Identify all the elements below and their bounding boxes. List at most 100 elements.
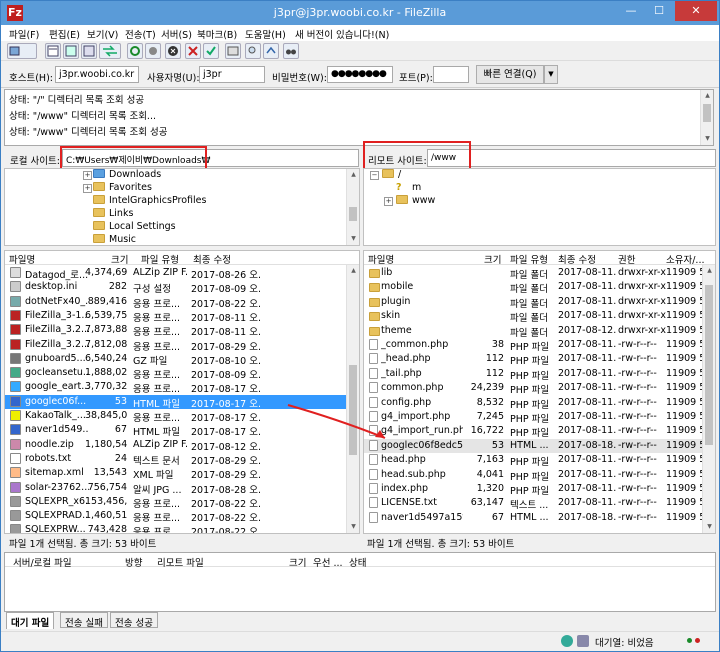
user-input[interactable]: j3pr [199, 66, 265, 83]
maximize-button[interactable]: ☐ [645, 1, 673, 21]
tab-queued-files[interactable]: 대기 파일 [6, 612, 55, 629]
local-file-row[interactable]: naver1d549... 67 HTML 파일 2017-08-17 오... [5, 423, 359, 438]
col-local-file[interactable]: 서버/로컬 파일 [13, 555, 72, 569]
cancel-button[interactable] [165, 43, 181, 59]
col-size[interactable]: 크기 [111, 252, 128, 266]
menu-help[interactable]: 도움말(H) [245, 27, 286, 41]
col-filename[interactable]: 파일명 [9, 252, 35, 266]
remote-file-row[interactable]: config.php 8,532 PHP 파일 2017-08-11... -rw-r-… [364, 396, 715, 411]
tree-item[interactable]: Downloads [93, 169, 161, 182]
filter-button[interactable] [225, 43, 241, 59]
local-file-row[interactable]: SQLEXPRAD...1,460,51... 응용 프로... 2017-08-2… [5, 509, 359, 524]
tree-item[interactable]: ? m [396, 182, 421, 195]
local-file-row[interactable]: gnuboard5...6,540,246 GZ 파일 2017-08-10 오..… [5, 352, 359, 367]
remote-file-row[interactable]: plugin 파일 폴더 2017-08-11... drwxr-xr-x 11909 … [364, 295, 715, 310]
menu-view[interactable]: 보기(V) [87, 27, 118, 41]
col-priority[interactable]: 우선 ... [313, 555, 343, 569]
remote-file-row[interactable]: skin 파일 폴더 2017-08-11...drwxr-xr-x11909 5.… [364, 309, 715, 324]
remote-file-row[interactable]: lib 파일 폴더 2017-08-11...drwxr-xr-x11909 5..… [364, 266, 715, 281]
col-type[interactable]: 파일 유형 [510, 252, 548, 266]
local-file-row[interactable]: solar-23762... 756,754 알씨 JPG ... 2017-08-2… [5, 481, 359, 496]
site-manager-button[interactable] [7, 43, 37, 59]
minimize-button[interactable]: — [617, 1, 645, 21]
tree-item[interactable]: IntelGraphicsProfiles [93, 195, 206, 208]
remote-file-row[interactable]: g4_import.php 7,245 PHP 파일 2017-08-11... -rw… [364, 410, 715, 425]
tree-item[interactable]: Music [93, 234, 136, 247]
tab-failed-transfers[interactable]: 전송 실패 [60, 612, 108, 629]
remote-file-row[interactable]: _head.php 112 PHP 파일 2017-08-11... -rw-r--r-… [364, 352, 715, 367]
local-file-row[interactable]: SQLEXPR_x6...153,456,... 응용 프로... 2017-08-… [5, 495, 359, 510]
toggle-queue-button[interactable] [99, 43, 121, 59]
port-input[interactable] [433, 66, 469, 83]
compare-button[interactable] [245, 43, 261, 59]
local-file-row[interactable]: robots.txt 24 텍스트 문서 2017-08-29 오... [5, 452, 359, 467]
local-file-row[interactable]: SQLEXPRW... 743,428 응용 프로... 2017-08-22 오..… [5, 523, 359, 533]
log-scrollbar[interactable]: ▲ ▼ [700, 90, 713, 145]
local-file-row[interactable]: gocleansetu...1,888,024 응용 프로... 2017-08-0… [5, 366, 359, 381]
reconnect-button[interactable] [203, 43, 219, 59]
local-file-row[interactable]: KakaoTalk_...38,845,0... 응용 프로... 2017-08-… [5, 409, 359, 424]
remote-file-row[interactable]: naver1d5497a15f6... 67 HTML ... 2017-08-18.… [364, 511, 715, 525]
tree-item[interactable]: Links [93, 208, 133, 221]
col-size[interactable]: 크기 [289, 555, 306, 569]
host-input[interactable]: j3pr.woobi.co.kr [55, 66, 139, 83]
process-queue-button[interactable] [145, 43, 161, 59]
expand-icon[interactable]: + [83, 171, 92, 180]
toggle-remote-tree-button[interactable] [81, 43, 97, 59]
local-file-row[interactable]: FileZilla_3.2...7,873,888 응용 프로... 2017-08… [5, 323, 359, 338]
local-tree-scrollbar[interactable]: ▲ ▼ [346, 169, 359, 245]
col-filename[interactable]: 파일명 [368, 252, 394, 266]
disconnect-button[interactable] [185, 43, 201, 59]
tab-successful-transfers[interactable]: 전송 성공 [110, 612, 158, 629]
quickconnect-button[interactable]: 빠른 연결(Q) [476, 65, 544, 84]
local-file-row[interactable]: noodle.zip 1,180,541 ALZip ZIP F...2017-08… [5, 438, 359, 453]
remote-file-row[interactable]: _tail.php 112 PHP 파일 2017-08-11... -rw-r--r-… [364, 367, 715, 382]
remote-file-row[interactable]: LICENSE.txt 63,147 텍스트 ... 2017-08-11... -rw… [364, 496, 715, 511]
col-modified[interactable]: 최종 수정 [558, 252, 596, 266]
menu-edit[interactable]: 편집(E) [49, 27, 80, 41]
local-file-row[interactable]: dotNetFx40_... 889,416 응용 프로... 2017-08-22 … [5, 295, 359, 310]
collapse-icon[interactable]: − [370, 171, 379, 180]
local-file-row[interactable]: googlec06f... 53 HTML 파일 2017-08-17 오... [5, 394, 359, 410]
local-file-row[interactable]: Datagod_로...4,374,698 ALZip ZIP F...2017-… [5, 266, 359, 281]
quickconnect-dropdown[interactable]: ▼ [544, 65, 558, 84]
remote-file-row[interactable]: googlec06f8edc5c... 53 HTML ... 2017-08-18.… [364, 438, 715, 454]
local-file-row[interactable]: desktop.ini 282 구성 설정 2017-08-09 오... [5, 280, 359, 295]
expand-icon[interactable]: + [384, 197, 393, 206]
tree-item[interactable]: Favorites [93, 182, 152, 195]
local-list-scrollbar[interactable]: ▲ ▼ [346, 265, 359, 533]
remote-file-row[interactable]: common.php 24,239 PHP 파일 2017-08-11... -rw-r… [364, 381, 715, 396]
password-input[interactable]: ●●●●●●●● [327, 66, 393, 83]
remote-file-row[interactable]: head.php 7,163 PHP 파일 2017-08-11... -rw-r--r… [364, 453, 715, 468]
close-button[interactable]: ✕ [675, 1, 717, 21]
remote-list-scrollbar[interactable]: ▲ ▼ [702, 265, 715, 533]
menu-transfer[interactable]: 전송(T) [125, 27, 156, 41]
remote-file-row[interactable]: head.sub.php 4,041 PHP 파일 2017-08-11... -rw-… [364, 468, 715, 483]
toggle-log-button[interactable] [45, 43, 61, 59]
remote-file-row[interactable]: index.php 1,320 PHP 파일 2017-08-11... -rw-r--… [364, 482, 715, 497]
menu-bookmarks[interactable]: 북마크(B) [197, 27, 237, 41]
sync-browse-button[interactable] [263, 43, 279, 59]
col-type[interactable]: 파일 유형 [141, 252, 179, 266]
menu-file[interactable]: 파일(F) [9, 27, 39, 41]
remote-file-row[interactable]: mobile 파일 폴더 2017-08-11... drwxr-xr-x 11909 … [364, 280, 715, 295]
col-remote-file[interactable]: 리모트 파일 [157, 555, 204, 569]
tree-item[interactable]: Local Settings [93, 221, 176, 234]
menu-server[interactable]: 서버(S) [161, 27, 192, 41]
remote-file-row[interactable]: g4_import_run.php 16,722 PHP 파일 2017-08-11.… [364, 424, 715, 439]
col-status[interactable]: 상태 [349, 555, 366, 569]
toggle-local-tree-button[interactable] [63, 43, 79, 59]
tree-item[interactable]: www [396, 195, 435, 208]
col-modified[interactable]: 최종 수정 [193, 252, 231, 266]
refresh-button[interactable] [127, 43, 143, 59]
local-file-row[interactable]: google_eart...3,770,324 응용 프로... 2017-08-1… [5, 380, 359, 395]
search-button[interactable] [283, 43, 299, 59]
col-owner[interactable]: 소유자/... [666, 252, 704, 266]
local-file-row[interactable]: FileZilla_3.2...7,812,088 응용 프로... 2017-08… [5, 338, 359, 353]
remote-file-row[interactable]: _common.php 38 PHP 파일 2017-08-11... -rw-r--r… [364, 338, 715, 353]
col-direction[interactable]: 방향 [125, 555, 142, 569]
local-file-row[interactable]: FileZilla_3-1...6,539,752 응용 프로... 2017-08… [5, 309, 359, 324]
local-file-row[interactable]: sitemap.xml 13,543 XML 파일 2017-08-29 오... [5, 466, 359, 481]
menu-new-version[interactable]: 새 버전이 있습니다!(N) [295, 27, 389, 41]
expand-icon[interactable]: + [83, 184, 92, 193]
